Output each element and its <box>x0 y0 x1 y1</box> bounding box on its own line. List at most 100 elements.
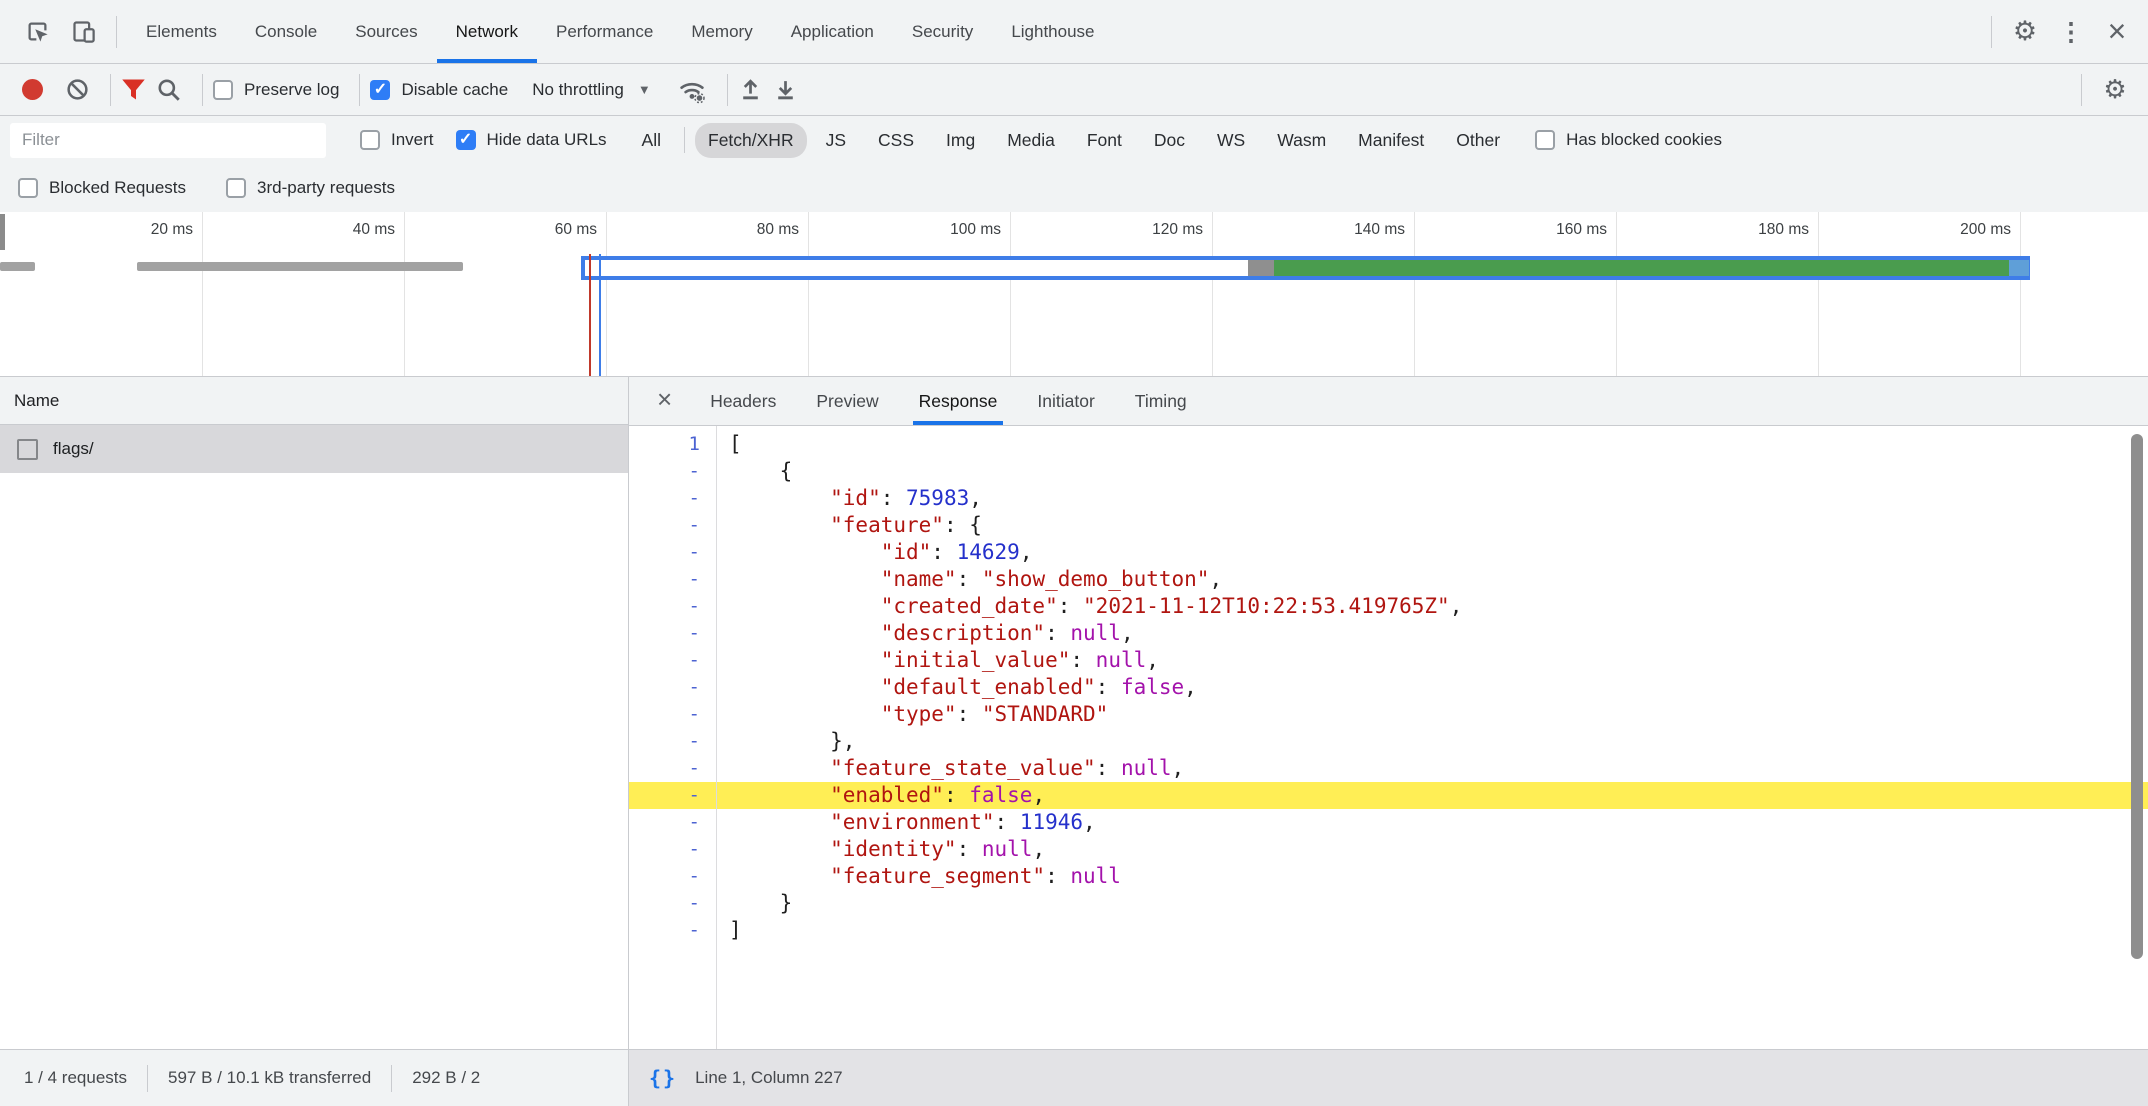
code-line[interactable]: - }, <box>629 728 2148 755</box>
code-line[interactable]: - "feature_segment": null <box>629 863 2148 890</box>
code-line[interactable]: - "default_enabled": false, <box>629 674 2148 701</box>
line-content: "id": 75983, <box>716 485 982 512</box>
tab-performance[interactable]: Performance <box>537 0 672 63</box>
tab-elements[interactable]: Elements <box>127 0 236 63</box>
network-conditions-button[interactable] <box>677 76 707 104</box>
detail-tab-headers[interactable]: Headers <box>704 377 782 425</box>
close-detail-icon[interactable]: × <box>639 384 690 419</box>
chevron-down-icon: ▼ <box>638 82 651 97</box>
vertical-scrollbar[interactable] <box>2131 434 2143 959</box>
code-line[interactable]: - "type": "STANDARD" <box>629 701 2148 728</box>
filter-chip-all[interactable]: All <box>629 123 674 158</box>
invert-checkbox[interactable] <box>360 130 380 150</box>
third-party-toggle[interactable]: 3rd-party requests <box>226 178 395 198</box>
network-settings-gear-icon[interactable]: ⚙ <box>2092 64 2138 115</box>
line-content: "initial_value": null, <box>716 647 1159 674</box>
tab-console[interactable]: Console <box>236 0 336 63</box>
disable-cache-checkbox[interactable] <box>370 80 390 100</box>
tab-lighthouse[interactable]: Lighthouse <box>992 0 1113 63</box>
code-line[interactable]: - { <box>629 458 2148 485</box>
code-line[interactable]: - "initial_value": null, <box>629 647 2148 674</box>
transferred-size: 597 B / 10.1 kB transferred <box>168 1068 371 1088</box>
code-line[interactable]: -] <box>629 917 2148 944</box>
code-line[interactable]: - "feature_state_value": null, <box>629 755 2148 782</box>
export-har-button[interactable] <box>773 77 798 102</box>
inspect-element-icon[interactable] <box>14 0 60 63</box>
other-request-bar[interactable] <box>0 262 35 271</box>
blocked-requests-checkbox[interactable] <box>18 178 38 198</box>
network-overview-timeline[interactable]: 20 ms40 ms60 ms80 ms100 ms120 ms140 ms16… <box>0 212 2148 377</box>
hide-data-urls-toggle[interactable]: Hide data URLs <box>456 130 607 150</box>
filter-chip-js[interactable]: JS <box>813 123 859 158</box>
hide-data-urls-checkbox[interactable] <box>456 130 476 150</box>
detail-tab-timing[interactable]: Timing <box>1129 377 1193 425</box>
device-toolbar-icon[interactable] <box>60 0 106 63</box>
tab-memory[interactable]: Memory <box>672 0 771 63</box>
invert-toggle[interactable]: Invert <box>360 130 434 150</box>
code-line[interactable]: 1[ <box>629 431 2148 458</box>
request-row[interactable]: flags/ <box>0 425 628 473</box>
close-devtools-icon[interactable]: × <box>2094 0 2140 63</box>
filter-chip-fetch-xhr[interactable]: Fetch/XHR <box>695 123 807 158</box>
code-line[interactable]: - } <box>629 890 2148 917</box>
filter-chip-manifest[interactable]: Manifest <box>1345 123 1437 158</box>
search-icon <box>156 77 182 103</box>
response-code-viewer[interactable]: 1[- {- "id": 75983,- "feature": {- "id":… <box>629 426 2148 1049</box>
code-line[interactable]: - "identity": null, <box>629 836 2148 863</box>
pretty-print-icon[interactable]: {} <box>649 1066 677 1090</box>
code-line[interactable]: - "description": null, <box>629 620 2148 647</box>
throttling-select[interactable]: No throttling ▼ <box>532 80 651 100</box>
has-blocked-cookies-toggle[interactable]: Has blocked cookies <box>1535 130 1722 150</box>
network-settings-group: ⚙ <box>2071 64 2148 115</box>
code-line[interactable]: - "feature": { <box>629 512 2148 539</box>
filter-input[interactable] <box>10 123 326 158</box>
tab-security[interactable]: Security <box>893 0 992 63</box>
other-request-bar[interactable] <box>137 262 462 271</box>
code-line[interactable]: - "enabled": false, <box>629 782 2148 809</box>
preserve-log-checkbox[interactable] <box>213 80 233 100</box>
search-button[interactable] <box>156 77 182 103</box>
more-menu-icon[interactable]: ⋮ <box>2048 0 2094 63</box>
preserve-log-toggle[interactable]: Preserve log <box>213 80 339 100</box>
gridline <box>1414 212 1415 376</box>
filter-chip-font[interactable]: Font <box>1074 123 1135 158</box>
timeline-marker-1 <box>589 254 591 376</box>
name-column-header[interactable]: Name <box>0 377 628 425</box>
record-button[interactable] <box>16 79 55 100</box>
filter-chip-other[interactable]: Other <box>1443 123 1513 158</box>
code-line[interactable]: - "id": 75983, <box>629 485 2148 512</box>
tab-sources[interactable]: Sources <box>336 0 436 63</box>
network-toolbar: Preserve log Disable cache No throttling… <box>0 64 2148 116</box>
filter-chip-css[interactable]: CSS <box>865 123 927 158</box>
disable-cache-label: Disable cache <box>401 80 508 100</box>
gridline <box>202 212 203 376</box>
filter-chip-img[interactable]: Img <box>933 123 988 158</box>
tick-label: 120 ms <box>1152 221 1203 239</box>
line-content: "feature_state_value": null, <box>716 755 1184 782</box>
third-party-checkbox[interactable] <box>226 178 246 198</box>
clear-button[interactable] <box>65 77 90 102</box>
cursor-position: Line 1, Column 227 <box>695 1068 842 1088</box>
selected-request-waterfall-bar[interactable] <box>581 256 2030 280</box>
settings-gear-icon[interactable]: ⚙ <box>2002 0 2048 63</box>
tab-network[interactable]: Network <box>437 0 537 63</box>
filter-chip-ws[interactable]: WS <box>1204 123 1258 158</box>
import-har-button[interactable] <box>738 77 763 102</box>
filter-chip-wasm[interactable]: Wasm <box>1264 123 1339 158</box>
tab-application[interactable]: Application <box>772 0 893 63</box>
code-line[interactable]: - "name": "show_demo_button", <box>629 566 2148 593</box>
filter-toggle-button[interactable] <box>121 78 146 101</box>
detail-tab-initiator[interactable]: Initiator <box>1031 377 1100 425</box>
detail-tab-preview[interactable]: Preview <box>810 377 884 425</box>
filter-chip-media[interactable]: Media <box>994 123 1068 158</box>
code-line[interactable]: - "environment": 11946, <box>629 809 2148 836</box>
detail-tab-response[interactable]: Response <box>913 377 1004 425</box>
code-line[interactable]: - "id": 14629, <box>629 539 2148 566</box>
filter-chip-doc[interactable]: Doc <box>1141 123 1198 158</box>
divider <box>391 1065 392 1092</box>
record-icon <box>22 79 43 100</box>
disable-cache-toggle[interactable]: Disable cache <box>370 80 508 100</box>
has-blocked-cookies-checkbox[interactable] <box>1535 130 1555 150</box>
blocked-requests-toggle[interactable]: Blocked Requests <box>18 178 186 198</box>
code-line[interactable]: - "created_date": "2021-11-12T10:22:53.4… <box>629 593 2148 620</box>
